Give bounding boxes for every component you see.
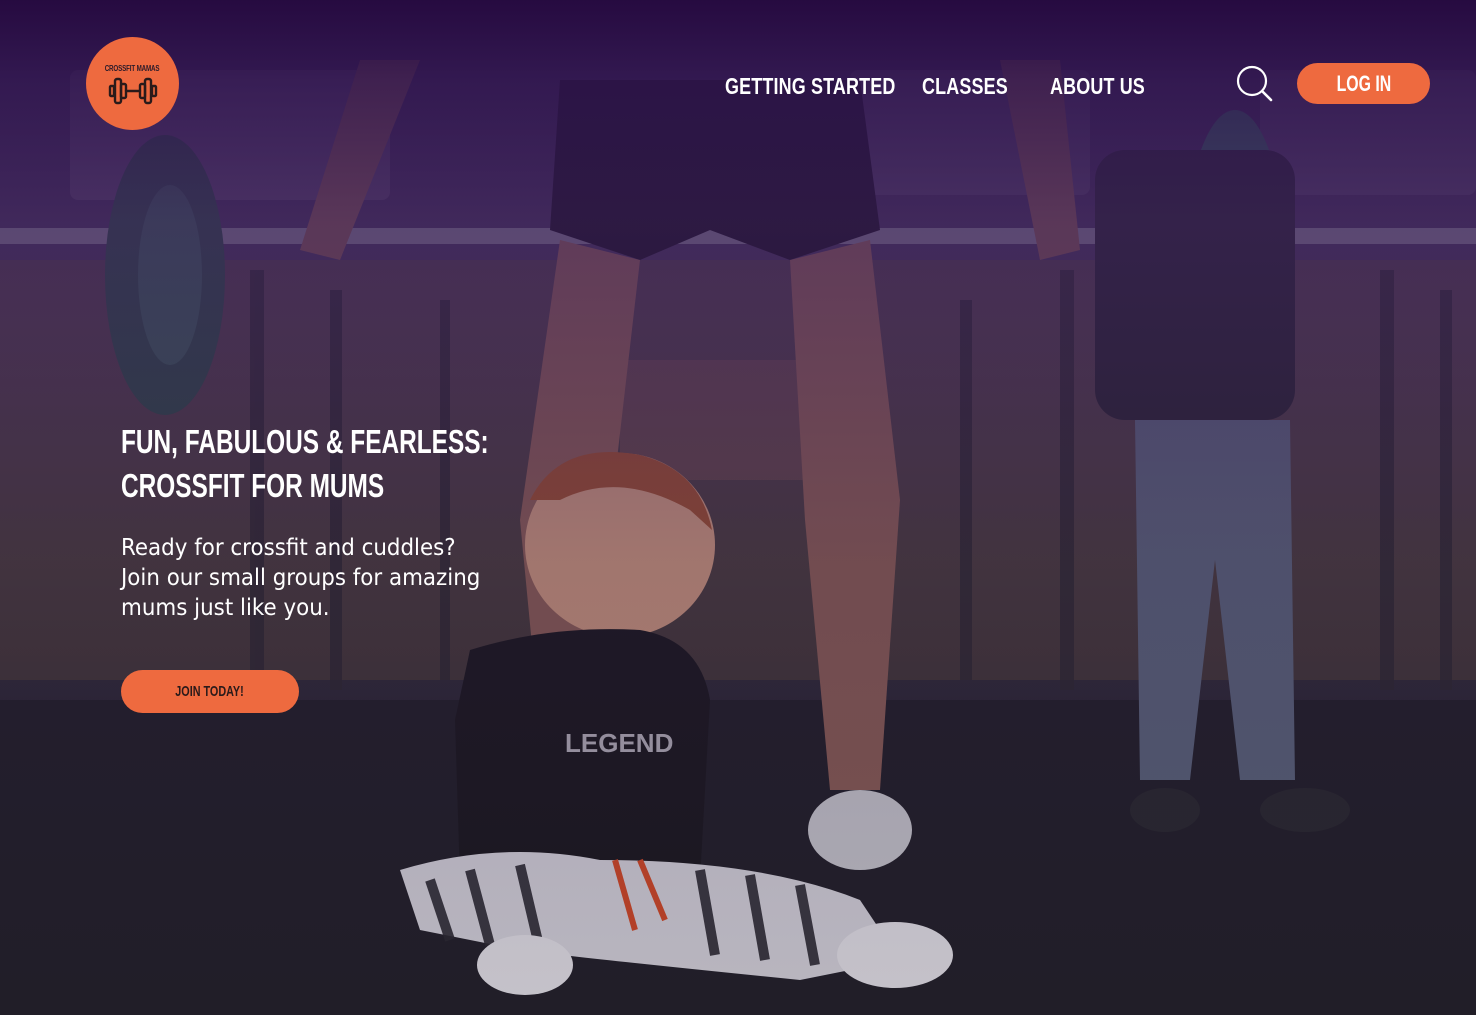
join-today-button[interactable]: JOIN TODAY! (121, 670, 299, 713)
dumbbell-icon (108, 77, 157, 105)
join-today-label: JOIN TODAY! (175, 683, 245, 700)
brand-logo[interactable]: CROSSFIT MAMAS (86, 37, 179, 130)
hero-title: FUN, FABULOUS & FEARLESS: CROSSFIT FOR M… (121, 420, 489, 508)
hero-title-line-2: CROSSFIT FOR MUMS (121, 467, 385, 504)
login-button[interactable]: LOG IN (1297, 63, 1430, 104)
search-icon[interactable] (1236, 65, 1274, 103)
nav-getting-started[interactable]: GETTING STARTED (725, 73, 895, 100)
logo-text: CROSSFIT MAMAS (105, 64, 160, 73)
svg-text:LEGEND: LEGEND (565, 728, 673, 758)
login-button-label: LOG IN (1336, 70, 1391, 96)
hero-subtitle: Ready for crossfit and cuddles? Join our… (121, 535, 481, 621)
nav-classes[interactable]: CLASSES (922, 73, 1008, 100)
nav-about-us[interactable]: ABOUT US (1050, 73, 1145, 100)
hero-title-line-1: FUN, FABULOUS & FEARLESS: (121, 423, 489, 460)
